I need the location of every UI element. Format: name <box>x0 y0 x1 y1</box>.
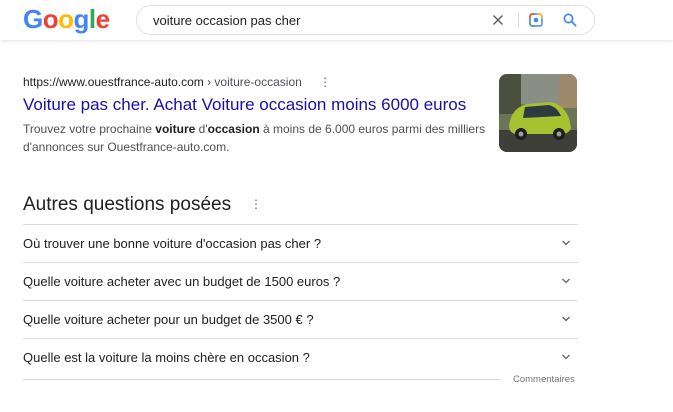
paa-heading: Autres questions posées <box>23 194 232 215</box>
result-path: › voiture-occasion <box>203 75 302 89</box>
paa-question-text: Quelle voiture acheter pour un budget de… <box>23 312 314 327</box>
paa-question[interactable]: Quelle est la voiture la moins chère en … <box>23 339 578 376</box>
chevron-down-icon <box>562 316 570 322</box>
snippet-text: d' <box>195 122 208 136</box>
logo-letter: G <box>23 4 43 34</box>
top-bar: Google <box>0 0 673 40</box>
result-url[interactable]: https://www.ouestfrance-auto.com › voitu… <box>23 72 493 92</box>
result-snippet: Trouvez votre prochaine voiture d'occasi… <box>23 120 491 156</box>
snippet-bold: voiture <box>155 122 196 136</box>
snippet-bold: occasion <box>207 122 260 136</box>
clear-icon[interactable] <box>489 11 507 29</box>
paa-more-options-icon[interactable]: ⋮ <box>250 197 262 211</box>
logo-letter: o <box>58 4 74 34</box>
paa-question[interactable]: Où trouver une bonne voiture d'occasion … <box>23 225 578 263</box>
chevron-down-icon <box>562 278 570 284</box>
logo-letter: g <box>73 4 90 34</box>
paa-question-text: Quelle est la voiture la moins chère en … <box>23 350 310 365</box>
logo-letter: e <box>95 4 110 34</box>
paa-question-text: Quelle voiture acheter avec un budget de… <box>23 274 341 289</box>
paa-question[interactable]: Quelle voiture acheter avec un budget de… <box>23 263 578 301</box>
paa-question-text: Où trouver une bonne voiture d'occasion … <box>23 236 322 251</box>
google-logo[interactable]: Google <box>23 4 110 34</box>
camera-lens-icon[interactable] <box>527 11 545 29</box>
logo-letter: o <box>42 4 59 34</box>
chevron-down-icon <box>562 354 570 360</box>
paa-question[interactable]: Quelle voiture acheter pour un budget de… <box>23 301 578 339</box>
chevron-down-icon <box>562 240 570 246</box>
more-options-icon[interactable]: ⋮ <box>319 72 331 92</box>
search-result: https://www.ouestfrance-auto.com › voitu… <box>23 72 493 156</box>
search-box <box>136 5 595 35</box>
result-title-link[interactable]: Voiture pas cher. Achat Voiture occasion… <box>23 94 493 116</box>
feedback-link[interactable]: Commentaires <box>513 374 575 385</box>
search-divider <box>518 12 519 28</box>
snippet-text: Trouvez votre prochaine <box>23 122 156 136</box>
feedback-divider <box>23 379 501 380</box>
paa-list: Où trouver une bonne voiture d'occasion … <box>23 224 578 376</box>
search-icon[interactable] <box>561 11 579 29</box>
logo-letter: l <box>88 4 96 34</box>
green-car-photo[interactable] <box>499 74 577 152</box>
search-input[interactable] <box>153 10 483 30</box>
result-domain: https://www.ouestfrance-auto.com <box>23 75 204 89</box>
